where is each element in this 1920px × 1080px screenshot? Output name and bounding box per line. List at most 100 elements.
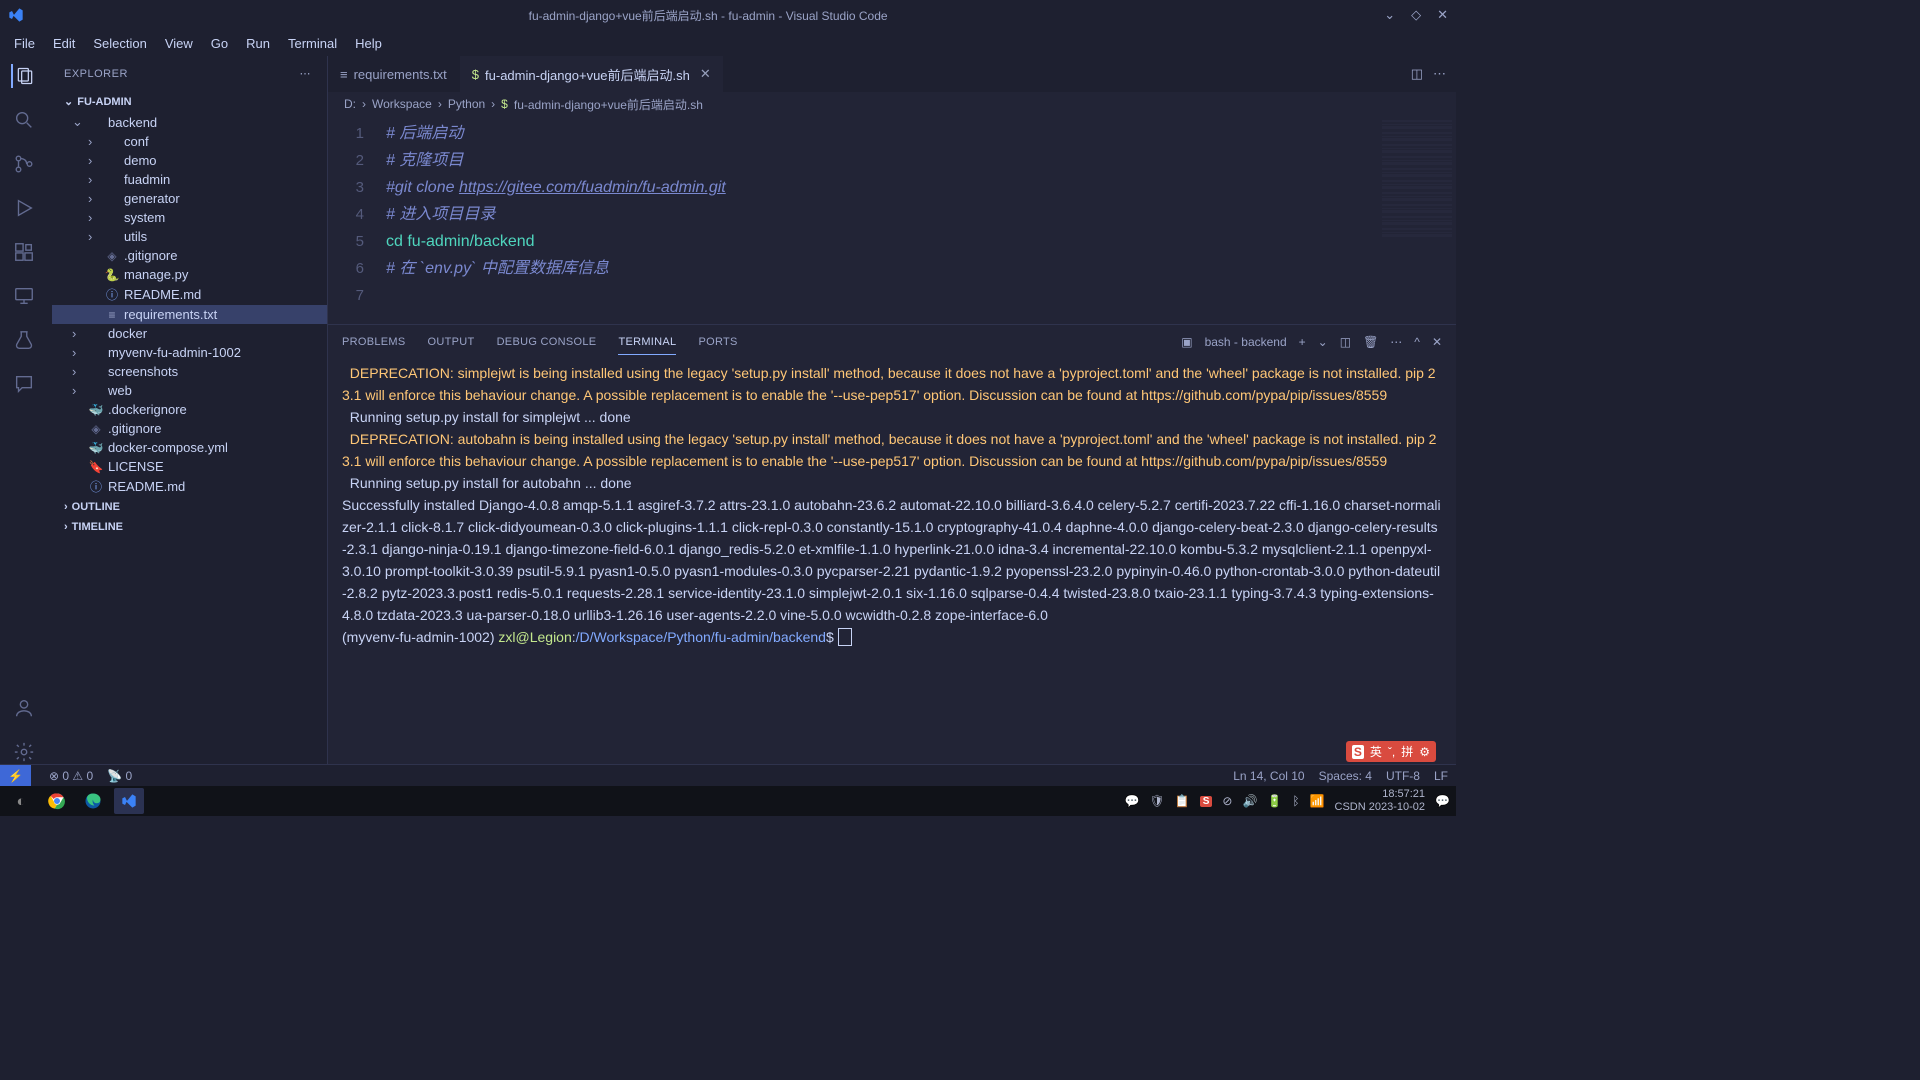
tree-item[interactable]: ◈.gitignore [52, 419, 327, 438]
tree-item[interactable]: 🔖LICENSE [52, 457, 327, 476]
menu-terminal[interactable]: Terminal [280, 34, 345, 53]
remote-indicator[interactable]: ⚡ [0, 765, 31, 786]
run-debug-icon[interactable] [12, 196, 36, 220]
gear-icon[interactable] [12, 740, 36, 764]
tray-battery-icon[interactable]: 🔋 [1267, 794, 1282, 808]
tree-item[interactable]: ›fuadmin [52, 170, 327, 189]
status-encoding[interactable]: UTF-8 [1386, 769, 1420, 783]
menubar: File Edit Selection View Go Run Terminal… [0, 30, 1456, 56]
more-actions-icon[interactable]: ⋯ [1433, 66, 1446, 82]
terminal-dropdown-icon[interactable]: ⌄ [1318, 329, 1328, 355]
tree-item[interactable]: ⌄backend [52, 112, 327, 132]
activity-bar [0, 56, 48, 764]
kill-terminal-icon[interactable]: 🗑 [1363, 329, 1378, 355]
maximize-panel-icon[interactable]: ^ [1414, 329, 1420, 355]
close-panel-icon[interactable]: ✕ [1432, 329, 1442, 355]
tree-item[interactable]: ◈.gitignore [52, 246, 327, 265]
tree-item[interactable]: 🐍manage.py [52, 265, 327, 284]
panel-tab-debug[interactable]: DEBUG CONSOLE [497, 330, 597, 354]
tab-shell-script[interactable]: $fu-admin-django+vue前后端启动.sh✕ [460, 56, 724, 92]
status-cursor[interactable]: Ln 14, Col 10 [1233, 769, 1304, 783]
panel-tab-terminal[interactable]: TERMINAL [618, 330, 676, 355]
tree-item[interactable]: ⓘREADME.md [52, 284, 327, 305]
extensions-icon[interactable] [12, 240, 36, 264]
close-tab-icon[interactable]: ✕ [700, 66, 711, 82]
more-icon[interactable]: ⋯ [300, 67, 312, 80]
tree-item[interactable]: ⓘREADME.md [52, 476, 327, 497]
code-editor[interactable]: 1234567 # 后端启动# 克隆项目#git clone https://g… [328, 116, 1456, 324]
menu-view[interactable]: View [157, 34, 201, 53]
chevron-down-icon[interactable]: ⌄ [1384, 7, 1395, 23]
status-spaces[interactable]: Spaces: 4 [1319, 769, 1372, 783]
tree-item[interactable]: ›demo [52, 151, 327, 170]
menu-selection[interactable]: Selection [85, 34, 154, 53]
tab-requirements[interactable]: ≡requirements.txt [328, 56, 460, 92]
menu-help[interactable]: Help [347, 34, 390, 53]
close-icon[interactable]: ✕ [1437, 7, 1448, 23]
tray-network-icon[interactable]: 📶 [1310, 794, 1325, 808]
chat-icon[interactable] [12, 372, 36, 396]
vscode-icon [8, 7, 24, 23]
panel-tab-problems[interactable]: PROBLEMS [342, 330, 406, 354]
taskbar: ◐ 💬 🛡 📋 S ⊘ 🔊 🔋 ᛒ 📶 18:57:21 CSDN 2023-1… [0, 786, 1456, 816]
new-terminal-icon[interactable]: + [1299, 329, 1306, 355]
menu-run[interactable]: Run [238, 34, 278, 53]
tree-item[interactable]: ›utils [52, 227, 327, 246]
minimap[interactable] [1382, 120, 1452, 240]
account-icon[interactable] [12, 696, 36, 720]
menu-file[interactable]: File [6, 34, 43, 53]
tray-notifications-icon[interactable]: 💬 [1435, 794, 1450, 808]
tray-stop-icon[interactable]: ⊘ [1222, 794, 1232, 808]
tree-item[interactable]: ›web [52, 381, 327, 400]
menu-edit[interactable]: Edit [45, 34, 83, 53]
terminal-output[interactable]: DEPRECATION: simplejwt is being installe… [328, 359, 1456, 764]
ime-badge[interactable]: S 英ˇ, 拼⚙ [1346, 741, 1436, 762]
source-control-icon[interactable] [12, 152, 36, 176]
taskbar-chrome-icon[interactable] [42, 788, 72, 814]
tray-wechat-icon[interactable]: 💬 [1125, 794, 1140, 808]
taskbar-vscode-icon[interactable] [114, 788, 144, 814]
menu-go[interactable]: Go [203, 34, 236, 53]
search-icon[interactable] [12, 108, 36, 132]
tray-bluetooth-icon[interactable]: ᛒ [1292, 794, 1299, 808]
tree-item[interactable]: ›system [52, 208, 327, 227]
tree-item[interactable]: ›screenshots [52, 362, 327, 381]
status-ports[interactable]: 📡 0 [107, 769, 132, 783]
explorer-icon[interactable] [11, 64, 35, 88]
status-errors[interactable]: ⊗ 0 ⚠ 0 [49, 769, 93, 783]
tray-note-icon[interactable]: 📋 [1175, 794, 1190, 808]
more-terminal-icon[interactable]: ⋯ [1390, 329, 1402, 355]
maximize-icon[interactable]: ◇ [1411, 7, 1421, 23]
testing-icon[interactable] [12, 328, 36, 352]
panel-tab-ports[interactable]: PORTS [698, 330, 737, 354]
terminal-shell-label[interactable]: bash - backend [1205, 329, 1287, 355]
tray-defender-icon[interactable]: 🛡 [1150, 794, 1165, 808]
taskbar-start-icon[interactable]: ◐ [6, 788, 36, 814]
tree-item[interactable]: ›conf [52, 132, 327, 151]
tree-item[interactable]: 🐳docker-compose.yml [52, 438, 327, 457]
tree-item[interactable]: ›docker [52, 324, 327, 343]
breadcrumb[interactable]: D:› Workspace› Python› $fu-admin-django+… [328, 92, 1456, 116]
explorer-title: EXPLORER [64, 68, 128, 80]
tray-volume-icon[interactable]: 🔊 [1242, 794, 1257, 808]
tray-clock[interactable]: 18:57:21 CSDN 2023-10-02 [1335, 788, 1426, 814]
panel-tab-output[interactable]: OUTPUT [428, 330, 475, 354]
explorer-sidebar: EXPLORER ⋯ ⌄FU-ADMIN ⌄backend›conf›demo›… [48, 56, 328, 764]
tray-s-icon[interactable]: S [1200, 796, 1213, 807]
split-editor-icon[interactable]: ◫ [1411, 66, 1423, 82]
window-title: fu-admin-django+vue前后端启动.sh - fu-admin -… [32, 7, 1384, 24]
outline-section[interactable]: ›OUTLINE [52, 497, 327, 517]
taskbar-edge-icon[interactable] [78, 788, 108, 814]
statusbar: ⚡ ⊗ 0 ⚠ 0 📡 0 Ln 14, Col 10 Spaces: 4 UT… [0, 764, 1456, 786]
status-eol[interactable]: LF [1434, 769, 1448, 783]
editor-tabs: ≡requirements.txt $fu-admin-django+vue前后… [328, 56, 1456, 92]
split-terminal-icon[interactable]: ◫ [1340, 329, 1351, 355]
project-root[interactable]: ⌄FU-ADMIN [52, 91, 327, 112]
editor-area: ≡requirements.txt $fu-admin-django+vue前后… [328, 56, 1456, 764]
timeline-section[interactable]: ›TIMELINE [52, 517, 327, 537]
tree-item[interactable]: ›myvenv-fu-admin-1002 [52, 343, 327, 362]
tree-item[interactable]: ›generator [52, 189, 327, 208]
tree-item[interactable]: 🐳.dockerignore [52, 400, 327, 419]
remote-explorer-icon[interactable] [12, 284, 36, 308]
tree-item[interactable]: ≡requirements.txt [52, 305, 327, 324]
